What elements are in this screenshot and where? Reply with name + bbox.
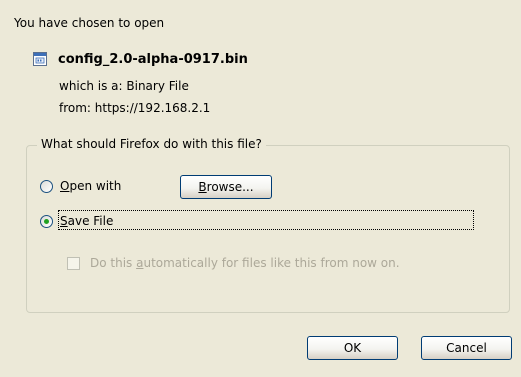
open-with-radio[interactable]: Open with	[40, 179, 121, 193]
file-type: which is a: Binary File	[59, 79, 189, 93]
group-legend: What should Firefox do with this file?	[37, 137, 266, 151]
open-with-label[interactable]: Open with	[60, 179, 121, 193]
binary-file-icon	[32, 51, 48, 67]
browse-button[interactable]: Browse...	[180, 175, 272, 199]
file-source: from: https://192.168.2.1	[59, 101, 211, 115]
auto-action-checkbox	[67, 256, 80, 270]
auto-action-checkbox-row: Do this automatically for files like thi…	[67, 256, 400, 270]
save-file-label[interactable]: Save File	[60, 214, 113, 228]
intro-text: You have chosen to open	[14, 16, 165, 30]
auto-action-label: Do this automatically for files like thi…	[90, 256, 400, 270]
focus-rectangle	[58, 210, 474, 230]
open-with-radio-button[interactable]	[40, 179, 53, 193]
ok-button[interactable]: OK	[307, 336, 398, 360]
file-name: config_2.0-alpha-0917.bin	[58, 51, 248, 67]
cancel-button[interactable]: Cancel	[421, 336, 512, 360]
file-info: config_2.0-alpha-0917.bin	[32, 51, 248, 67]
save-file-radio[interactable]: Save File	[40, 214, 113, 228]
save-file-radio-button[interactable]	[40, 214, 53, 228]
